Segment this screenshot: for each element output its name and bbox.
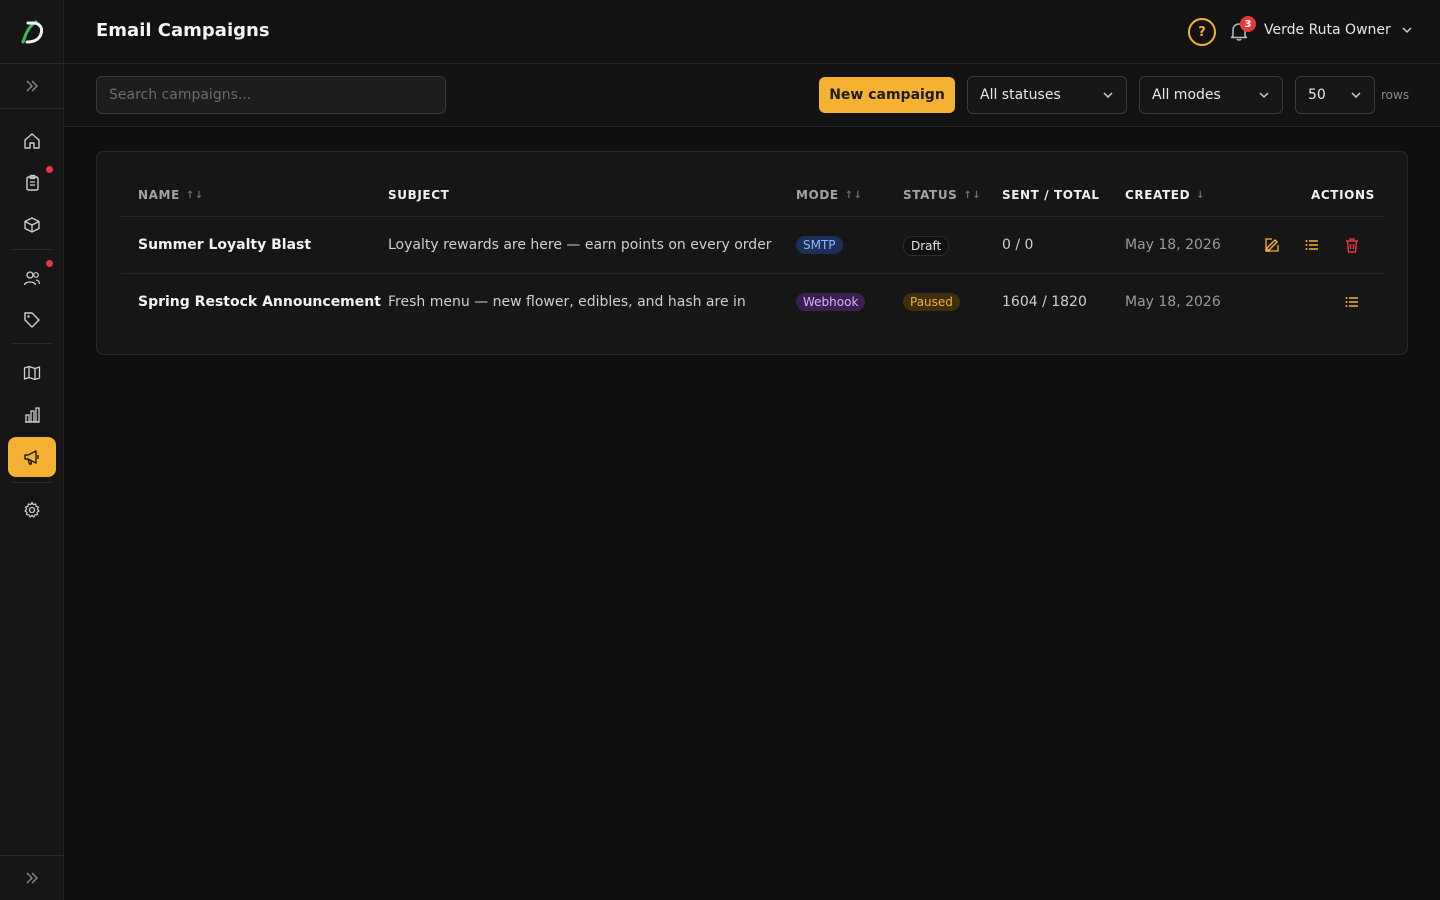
notification-count-badge: 3 [1240, 16, 1256, 32]
column-header-subject: SUBJECT [388, 188, 449, 202]
home-icon [24, 133, 40, 149]
rows-label: rows [1381, 88, 1410, 102]
user-name: Verde Ruta Owner [1264, 22, 1391, 38]
column-header-sent-total: SENT / TOTAL [1002, 188, 1100, 202]
column-header-label: SUBJECT [388, 188, 450, 202]
campaign-name[interactable]: Summer Loyalty Blast [138, 237, 311, 253]
sort-icon: ↑↓ [963, 189, 982, 201]
sent-total: 0 / 0 [1002, 237, 1034, 253]
sort-icon: ↑↓ [185, 189, 204, 201]
help-button[interactable]: ? [1188, 18, 1216, 46]
clipboard-icon [26, 174, 39, 191]
created-date: May 18, 2026 [1125, 237, 1221, 253]
rows-per-page-value: 50 [1308, 87, 1326, 103]
column-header-mode[interactable]: MODE ↑↓ [796, 188, 863, 202]
users-icon [23, 271, 41, 286]
sidebar-item-guides[interactable] [8, 353, 56, 393]
created-date: May 18, 2026 [1125, 294, 1221, 310]
chart-icon [25, 407, 40, 423]
sidebar-item-campaigns[interactable] [8, 437, 56, 477]
brand-logo[interactable] [0, 0, 64, 64]
tag-icon [24, 312, 40, 328]
campaigns-table: NAME ↑↓ SUBJECT MODE ↑↓ STATUS ↑↓ SENT /… [96, 151, 1408, 355]
campaign-subject: Fresh menu — new flower, edibles, and ha… [388, 294, 746, 310]
mode-badge: Webhook [796, 293, 866, 311]
sidebar-expand-button[interactable] [0, 64, 64, 109]
megaphone-icon [24, 450, 39, 465]
trash-icon [1346, 238, 1358, 253]
sidebar-item-analytics[interactable] [8, 395, 56, 435]
edit-button[interactable] [1263, 236, 1281, 254]
sort-icon: ↑↓ [844, 189, 863, 201]
list-icon [1345, 297, 1358, 307]
sidebar-item-promotions[interactable] [8, 300, 56, 340]
orders-notification-dot [46, 166, 53, 173]
column-header-label: STATUS [903, 188, 958, 202]
column-header-label: ACTIONS [1311, 188, 1375, 202]
help-icon: ? [1198, 24, 1206, 40]
chevron-down-icon [1259, 92, 1269, 99]
view-recipients-button[interactable] [1343, 293, 1361, 311]
column-header-actions: ACTIONS [1311, 188, 1375, 202]
view-recipients-button[interactable] [1303, 236, 1321, 254]
status-badge: Paused [903, 293, 960, 311]
column-header-label: CREATED [1125, 188, 1191, 202]
sidebar-item-settings[interactable] [8, 490, 56, 530]
campaign-name[interactable]: Spring Restock Announcement [138, 294, 381, 310]
column-header-status[interactable]: STATUS ↑↓ [903, 188, 981, 202]
toolbar: New campaign All statuses All modes 50 r… [64, 64, 1440, 127]
sidebar-divider [12, 343, 52, 344]
page-title: Email Campaigns [96, 20, 270, 41]
search-input[interactable] [96, 76, 446, 114]
delete-button[interactable] [1343, 236, 1361, 254]
chevrons-right-icon [26, 872, 38, 884]
sort-icon: ↓ [1196, 189, 1206, 201]
gear-icon [24, 501, 40, 518]
column-header-name[interactable]: NAME ↑↓ [138, 188, 204, 202]
rows-per-page-select[interactable]: 50 [1295, 76, 1375, 114]
sidebar-collapse-button[interactable] [0, 855, 64, 900]
map-icon [23, 365, 41, 381]
sidebar-item-home[interactable] [8, 121, 56, 161]
user-menu[interactable]: Verde Ruta Owner [1264, 22, 1413, 38]
customers-notification-dot [46, 260, 53, 267]
chevron-down-icon [1402, 27, 1412, 34]
sent-total: 1604 / 1820 [1002, 294, 1087, 310]
edit-icon [1265, 238, 1279, 252]
app-root: Email Campaigns ? 3 Verde Ruta Owner New… [0, 0, 1440, 900]
logo-icon [21, 20, 44, 43]
campaign-subject: Loyalty rewards are here — earn points o… [388, 237, 772, 253]
chevron-down-icon [1103, 92, 1113, 99]
sidebar-divider [12, 482, 52, 483]
sidebar [0, 0, 64, 900]
header-divider [121, 216, 1385, 217]
mode-filter-value: All modes [1152, 87, 1221, 103]
mode-filter-select[interactable]: All modes [1139, 76, 1283, 114]
status-filter-select[interactable]: All statuses [967, 76, 1127, 114]
status-filter-value: All statuses [980, 87, 1061, 103]
chevrons-right-icon [26, 80, 38, 92]
new-campaign-button[interactable]: New campaign [819, 77, 955, 113]
box-icon [24, 217, 40, 233]
column-header-label: MODE [796, 188, 839, 202]
column-header-label: SENT / TOTAL [1002, 188, 1100, 202]
row-divider [121, 273, 1385, 274]
column-header-label: NAME [138, 188, 180, 202]
status-badge: Draft [903, 236, 950, 256]
top-header: Email Campaigns ? 3 Verde Ruta Owner [64, 0, 1440, 64]
column-header-created[interactable]: CREATED ↓ [1125, 188, 1205, 202]
mode-badge: SMTP [796, 236, 843, 254]
sidebar-item-products[interactable] [8, 205, 56, 245]
sidebar-divider [12, 249, 52, 250]
list-icon [1305, 240, 1318, 250]
chevron-down-icon [1351, 92, 1361, 99]
